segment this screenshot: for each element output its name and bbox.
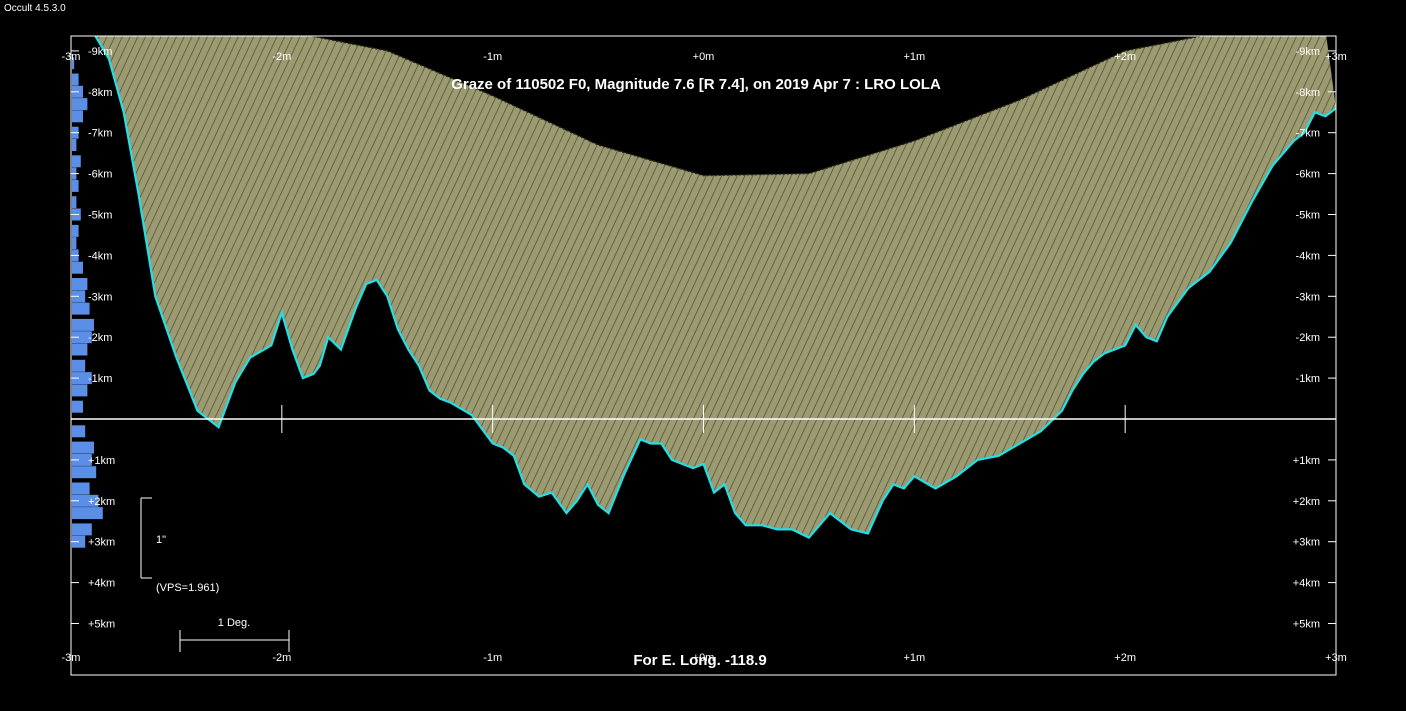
y-tick-label-left: +3km xyxy=(88,537,115,549)
y-tick-label-right: -8km xyxy=(1296,87,1320,99)
histogram-bar xyxy=(72,98,88,111)
histogram-bar xyxy=(72,110,83,123)
terrain-hatching xyxy=(95,36,1336,538)
y-tick-label-left: -1km xyxy=(88,373,112,385)
y-tick-label-right: -7km xyxy=(1296,128,1320,140)
chart-title: Graze of 110502 F0, Magnitude 7.6 [R 7.4… xyxy=(451,76,941,93)
x-tick-label-top: -1m xyxy=(483,51,502,63)
x-tick-label-bottom: -3m xyxy=(62,652,81,664)
x-tick-label-top: +3m xyxy=(1325,51,1347,63)
scale-bar-label: 1" xyxy=(156,534,166,546)
y-tick-label-left: +5km xyxy=(88,619,115,631)
graze-profile-chart: -3m-3m-2m-2m-1m-1m+0m+0m+1m+1m+2m+2m+3m+… xyxy=(62,35,1347,676)
histogram-bar xyxy=(72,179,79,192)
y-tick-label-right: -5km xyxy=(1296,210,1320,222)
y-tick-label-right: +4km xyxy=(1293,578,1320,590)
histogram-bar xyxy=(72,466,97,479)
x-tick-label-top: +1m xyxy=(903,51,925,63)
y-tick-label-left: -4km xyxy=(88,250,112,262)
y-tick-label-left: -3km xyxy=(88,291,112,303)
y-tick-label-left: -9km xyxy=(88,46,112,58)
y-tick-label-right: +2km xyxy=(1293,496,1320,508)
histogram-bar xyxy=(72,302,90,315)
x-tick-label-bottom: +1m xyxy=(903,652,925,664)
degree-bar-label: 1 Deg. xyxy=(218,617,250,629)
x-tick-label-top: +2m xyxy=(1114,51,1136,63)
histogram-bar xyxy=(72,224,79,237)
histogram-bar xyxy=(72,400,83,413)
y-tick-label-right: -6km xyxy=(1296,169,1320,181)
y-tick-label-left: +2km xyxy=(88,496,115,508)
y-tick-label-right: -1km xyxy=(1296,373,1320,385)
histogram-bar xyxy=(72,359,86,372)
y-tick-label-left: -8km xyxy=(88,87,112,99)
histogram-bar xyxy=(72,155,81,168)
vps-label: (VPS=1.961) xyxy=(156,582,219,594)
histogram-bar xyxy=(72,343,88,356)
histogram-bar xyxy=(72,507,103,520)
histogram-bar xyxy=(72,384,88,397)
y-tick-label-right: +1km xyxy=(1293,455,1320,467)
y-tick-label-left: -7km xyxy=(88,128,112,140)
x-tick-label-bottom: +3m xyxy=(1325,652,1347,664)
histogram-bar xyxy=(72,441,94,454)
x-tick-label-bottom: +2m xyxy=(1114,652,1136,664)
x-tick-label-top: +0m xyxy=(693,51,715,63)
histogram-bar xyxy=(72,73,79,86)
y-tick-label-left: -2km xyxy=(88,332,112,344)
histogram-bar xyxy=(72,482,90,495)
histogram-bar xyxy=(72,237,77,250)
y-tick-label-left: +4km xyxy=(88,578,115,590)
x-tick-label-bottom: -1m xyxy=(483,652,502,664)
y-tick-label-left: -6km xyxy=(88,169,112,181)
y-tick-label-right: +3km xyxy=(1293,537,1320,549)
scale-bar: 1" (VPS=1.961) xyxy=(140,497,219,594)
y-tick-label-right: -2km xyxy=(1296,332,1320,344)
x-tick-label-bottom: -2m xyxy=(272,652,291,664)
histogram-bar xyxy=(72,318,94,331)
histogram-bar xyxy=(72,261,83,274)
histogram-bar xyxy=(72,523,92,536)
histogram-bar xyxy=(72,425,86,438)
y-tick-label-right: +5km xyxy=(1293,619,1320,631)
histogram-bar xyxy=(72,278,88,290)
x-tick-label-top: -2m xyxy=(272,51,291,63)
terrain-layer xyxy=(94,36,1336,539)
y-tick-label-right: -4km xyxy=(1296,250,1320,262)
y-tick-label-right: -9km xyxy=(1296,46,1320,58)
degree-bar: 1 Deg. xyxy=(179,617,290,652)
histogram-bar xyxy=(72,139,77,151)
y-tick-label-left: -5km xyxy=(88,210,112,222)
y-tick-label-right: -3km xyxy=(1296,291,1320,303)
histogram-bar xyxy=(72,196,77,209)
x-tick-label-top: -3m xyxy=(62,51,81,63)
chart-footer: For E. Long. -118.9 xyxy=(633,652,766,669)
y-tick-label-left: +1km xyxy=(88,455,115,467)
